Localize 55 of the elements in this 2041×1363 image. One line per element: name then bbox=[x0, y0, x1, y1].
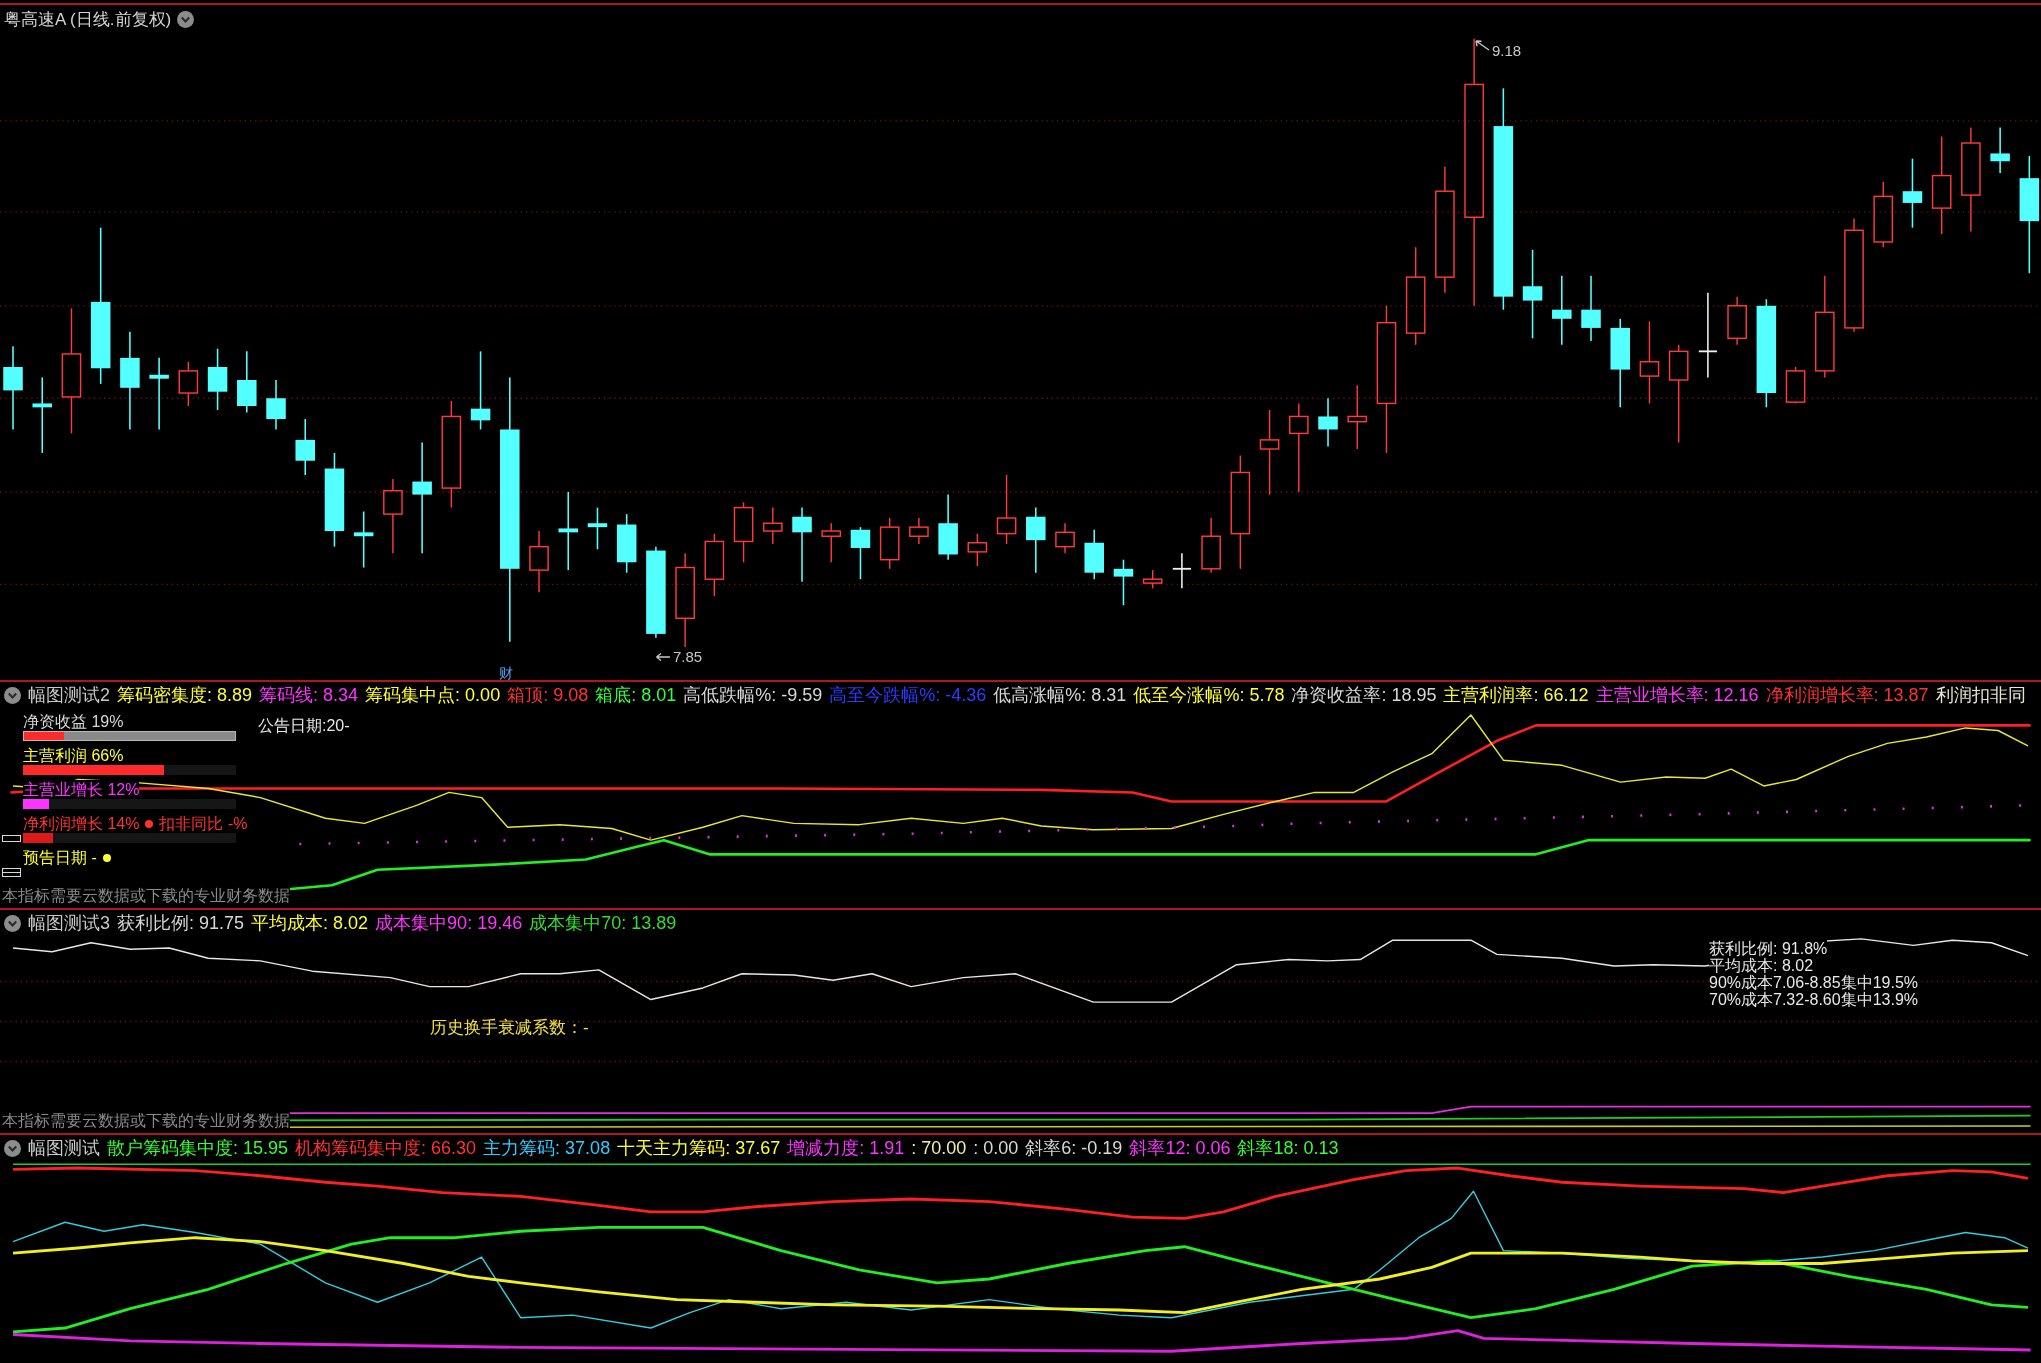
pointer-arrow-icon bbox=[1474, 39, 1490, 51]
chevron-down-icon[interactable] bbox=[177, 10, 195, 28]
panel-title: 幅图测试2 bbox=[28, 684, 110, 707]
turnover-decay-label: 历史换手衰减系数：- bbox=[430, 1018, 589, 1038]
metric-label: 净利润增长 14% bbox=[23, 814, 140, 833]
indicator-readout: 筹码密集度: 8.89 bbox=[117, 684, 253, 707]
indicator-readout: 机构筹码集中度: 66.30 bbox=[295, 1137, 477, 1160]
panel-title: 幅图测试3 bbox=[28, 912, 110, 935]
indicator-readout: 斜率18: 0.13 bbox=[1237, 1137, 1339, 1160]
high-price-label: 9.18 bbox=[1492, 42, 1522, 60]
pointer-arrow-icon bbox=[655, 651, 671, 663]
indicator-readout: 主力筹码: 37.08 bbox=[483, 1137, 611, 1160]
indicator-readout: 散户筹码集中度: 15.95 bbox=[107, 1137, 289, 1160]
metric-note: 扣非同比 -% bbox=[159, 814, 248, 833]
indicator-readout: 成本集中90: 19.46 bbox=[375, 912, 523, 935]
finance-event-marker[interactable]: 财 bbox=[499, 665, 513, 681]
indicator-readout: 成本集中70: 13.89 bbox=[529, 912, 677, 935]
indicator-readout: 获利比例: 91.75 bbox=[117, 912, 245, 935]
indicator-readout: 利润扣非同 bbox=[1935, 684, 2026, 707]
indicator-readout: 箱顶: 9.08 bbox=[507, 684, 589, 707]
indicator-readout: 净利润增长率: 13.87 bbox=[1765, 684, 1929, 707]
chart-title: 粤高速A (日线.前复权) bbox=[4, 8, 172, 31]
status-dot-icon bbox=[145, 819, 154, 828]
chevron-down-icon[interactable] bbox=[4, 686, 21, 704]
indicator-readout: 高至今跌幅%: -4.36 bbox=[829, 684, 987, 707]
metric-label: 净资收益 19% bbox=[23, 712, 124, 731]
indicator-readout: 箱底: 8.01 bbox=[595, 684, 677, 707]
indicator-readout: 高低跌幅%: -9.59 bbox=[683, 684, 823, 707]
indicator-readout: 主营业增长率: 12.16 bbox=[1595, 684, 1759, 707]
indicator-readout: 斜率6: -0.19 bbox=[1025, 1137, 1123, 1160]
status-dot-icon bbox=[102, 853, 111, 862]
empty-bar-icon bbox=[2, 867, 21, 877]
low-price-label: 7.85 bbox=[673, 648, 703, 666]
indicator-readout: 平均成本: 8.02 bbox=[251, 912, 369, 935]
data-requirement-note: 本指标需要云数据或下载的专业财务数据 bbox=[0, 1112, 290, 1130]
metric-label: 主营业增长 12% bbox=[23, 780, 140, 799]
indicator-readout: 低高涨幅%: 8.31 bbox=[993, 684, 1127, 707]
indicator-readout: 十天主力筹码: 37.67 bbox=[617, 1137, 781, 1160]
indicator-readout: 净资收益率: 18.95 bbox=[1291, 684, 1437, 707]
indicator-readout: 增减力度: 1.91 bbox=[787, 1137, 905, 1160]
indicator-readout: 斜率12: 0.06 bbox=[1129, 1137, 1231, 1160]
forecast-date-label: 预告日期 - bbox=[23, 848, 97, 867]
empty-bar-icon bbox=[2, 834, 21, 842]
indicator-readout: 低至今涨幅%: 5.78 bbox=[1133, 684, 1285, 707]
chevron-down-icon[interactable] bbox=[4, 914, 21, 932]
indicator-readout: : 70.00 bbox=[911, 1137, 967, 1159]
data-requirement-note: 本指标需要云数据或下载的专业财务数据 bbox=[0, 887, 290, 905]
panel-title: 幅图测试 bbox=[28, 1137, 100, 1160]
indicator-readout: 筹码线: 8.34 bbox=[259, 684, 359, 707]
announcement-date: 公告日期:20- bbox=[258, 716, 350, 735]
indicator-readout: 筹码集中点: 0.00 bbox=[365, 684, 501, 707]
indicator-readout: : 0.00 bbox=[973, 1137, 1019, 1159]
indicator-readout: 主营利润率: 66.12 bbox=[1443, 684, 1589, 707]
metric-label: 主营利润 66% bbox=[23, 746, 124, 765]
chevron-down-icon[interactable] bbox=[4, 1139, 21, 1157]
